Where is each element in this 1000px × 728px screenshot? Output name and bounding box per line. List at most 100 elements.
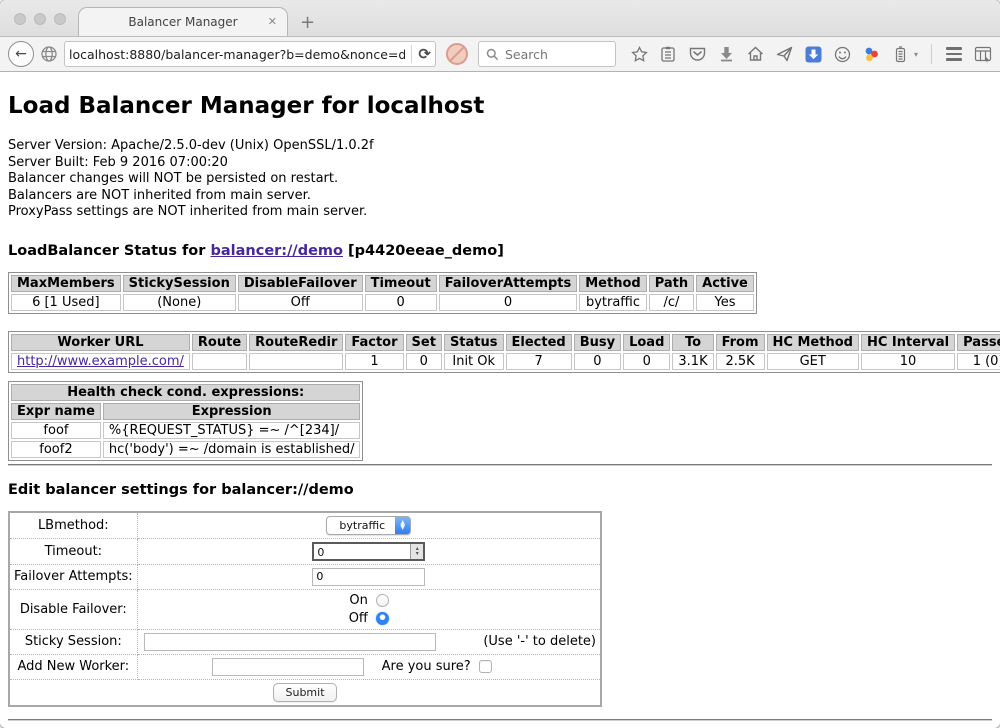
tab-close-icon[interactable]: ✕ (268, 15, 277, 28)
col-route: Route (192, 334, 247, 351)
worker-header-row: Worker URL Route RouteRedir Factor Set S… (11, 334, 1000, 351)
send-tab-icon[interactable] (775, 45, 793, 63)
radio-off-label: Off (349, 611, 368, 626)
disable-failover-label: Disable Failover: (9, 589, 137, 629)
health-row-foof: foof %{REQUEST_STATUS} =~ /^[234]/ (11, 422, 360, 439)
search-input[interactable] (503, 46, 609, 63)
submit-button[interactable]: Submit (273, 683, 336, 702)
cell-active: Yes (696, 294, 754, 311)
reading-list-icon[interactable] (659, 45, 677, 63)
tab-title: Balancer Manager (128, 15, 237, 29)
col-passes: Passes (957, 334, 1000, 351)
col-busy: Busy (574, 334, 621, 351)
search-bar[interactable] (478, 41, 616, 67)
col-hc-method: HC Method (767, 334, 859, 351)
tab-balancer-manager[interactable]: Balancer Manager ✕ (78, 7, 288, 36)
tab-strip: Balancer Manager ✕ + (0, 0, 1000, 36)
battery-dropdown-caret-icon[interactable]: ▾ (914, 50, 918, 59)
balancer-demo-link[interactable]: balancer://demo (210, 243, 343, 259)
timeout-input[interactable]: 0 ▴▾ (312, 542, 425, 561)
edit-settings-heading: Edit balancer settings for balancer://de… (8, 482, 992, 498)
cell-route (192, 353, 247, 370)
sticky-session-input[interactable] (144, 633, 436, 651)
col-hc-interval: HC Interval (861, 334, 955, 351)
col-expression: Expression (103, 403, 361, 420)
sticky-session-note: (Use '-' to delete) (483, 634, 596, 649)
health-check-table: Health check cond. expressions: Expr nam… (8, 381, 363, 461)
failover-attempts-input[interactable] (312, 568, 425, 586)
col-maxmembers: MaxMembers (11, 275, 121, 292)
reload-icon[interactable]: ⟳ (418, 45, 431, 63)
page-title: Load Balancer Manager for localhost (8, 93, 992, 119)
zoom-window-button[interactable] (54, 13, 66, 25)
add-worker-input[interactable] (212, 658, 364, 676)
cell-elected: 7 (506, 353, 572, 370)
cell-maxmembers: 6 [1 Used] (11, 294, 121, 311)
bookmark-star-icon[interactable] (630, 45, 648, 63)
number-spinner-icon[interactable]: ▴▾ (410, 544, 423, 559)
balancer-settings-form: LBmethod: bytraffic ▲▼ Timeout: 0 ▴▾ (8, 511, 602, 707)
col-active: Active (696, 275, 754, 292)
pocket-icon[interactable] (688, 45, 706, 63)
hamburger-menu-icon[interactable] (945, 45, 963, 63)
toolbar-icons: ▾ (630, 44, 992, 64)
new-tab-button[interactable]: + (300, 14, 315, 32)
radio-off[interactable] (376, 612, 389, 625)
worker-status-table: Worker URL Route RouteRedir Factor Set S… (8, 331, 1000, 373)
url-bar[interactable]: localhost:8880/balancer-manager?b=demo&n… (64, 41, 436, 67)
col-path: Path (649, 275, 694, 292)
timeout-label: Timeout: (9, 538, 137, 564)
site-identity-globe-icon[interactable] (40, 45, 58, 63)
grid-panel-icon[interactable] (974, 45, 992, 63)
minimize-window-button[interactable] (34, 13, 46, 25)
colored-dots-addon-icon[interactable] (862, 45, 880, 63)
downloads-icon[interactable] (717, 45, 735, 63)
browser-window: Balancer Manager ✕ + ← localhost:8880/ba… (0, 0, 1000, 728)
url-text[interactable]: localhost:8880/balancer-manager?b=demo&n… (69, 47, 405, 62)
cell-hc-method: GET (767, 353, 859, 370)
close-window-button[interactable] (14, 13, 26, 25)
status-heading-prefix: LoadBalancer Status for (8, 243, 210, 259)
cell-expr-name-foof: foof (11, 422, 101, 439)
col-routeredir: RouteRedir (249, 334, 343, 351)
col-elected: Elected (506, 334, 572, 351)
lbmethod-select[interactable]: bytraffic ▲▼ (326, 516, 411, 535)
worker-url-link[interactable]: http://www.example.com/ (17, 354, 184, 369)
col-failoverattempts: FailoverAttempts (439, 275, 578, 292)
cell-from: 2.5K (716, 353, 765, 370)
cell-passes: 1 (0) (957, 353, 1000, 370)
radio-on-label: On (349, 593, 368, 608)
back-button[interactable]: ← (8, 41, 34, 67)
navigation-toolbar: ← localhost:8880/balancer-manager?b=demo… (0, 36, 1000, 72)
addon-download-icon[interactable] (804, 45, 822, 63)
cell-set: 0 (406, 353, 442, 370)
cell-expression-foof2: hc('body') =~ /domain is established/ (103, 441, 361, 458)
search-icon (485, 47, 499, 61)
worker-data-row: http://www.example.com/ 1 0 Init Ok 7 0 … (11, 353, 1000, 370)
failover-attempts-label: Failover Attempts: (9, 564, 137, 589)
lbmethod-selected-value: bytraffic (327, 517, 395, 534)
col-stickysession: StickySession (123, 275, 236, 292)
home-icon[interactable] (746, 45, 764, 63)
radio-on[interactable] (376, 594, 389, 607)
health-row-foof2: foof2 hc('body') =~ /domain is establish… (11, 441, 360, 458)
select-stepper-icon: ▲▼ (395, 517, 410, 534)
col-status: Status (444, 334, 504, 351)
battery-icon[interactable] (891, 45, 909, 63)
smiley-addon-icon[interactable] (833, 45, 851, 63)
balancer-header-row: MaxMembers StickySession DisableFailover… (11, 275, 754, 292)
cell-timeout: 0 (365, 294, 437, 311)
health-header-row: Expr name Expression (11, 403, 360, 420)
failover-attempts-row: Failover Attempts: (9, 564, 601, 589)
disable-failover-row: Disable Failover: On Off (9, 589, 601, 629)
content-blocker-icon[interactable] (446, 43, 468, 65)
col-timeout: Timeout (365, 275, 437, 292)
are-you-sure-checkbox[interactable] (479, 660, 492, 673)
cell-expression-foof: %{REQUEST_STATUS} =~ /^[234]/ (103, 422, 361, 439)
server-info: Server Version: Apache/2.5.0-dev (Unix) … (8, 138, 992, 221)
col-worker-url: Worker URL (11, 334, 190, 351)
cell-status: Init Ok (444, 353, 504, 370)
cell-method: bytraffic (579, 294, 646, 311)
balancer-status-table: MaxMembers StickySession DisableFailover… (8, 272, 757, 314)
balancer-data-row: 6 [1 Used] (None) Off 0 0 bytraffic /c/ … (11, 294, 754, 311)
